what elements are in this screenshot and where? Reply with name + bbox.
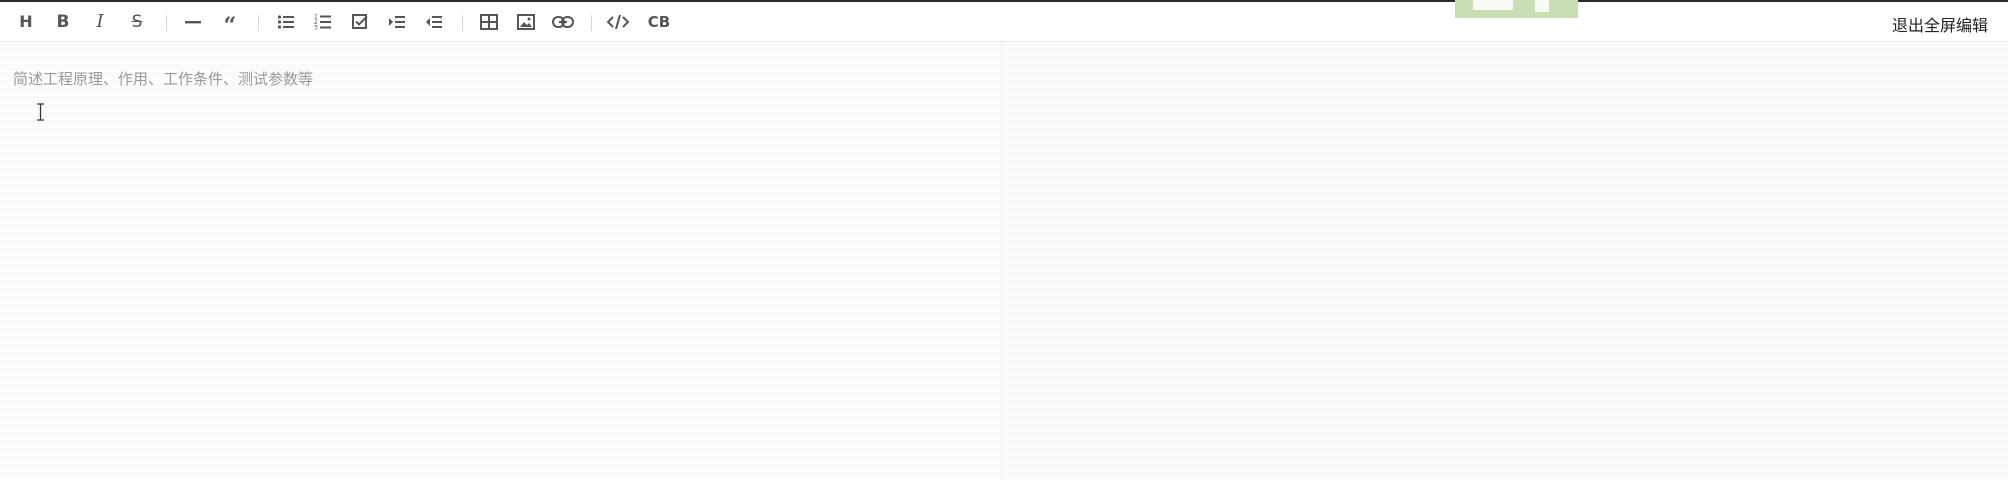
ordered-list-icon: 1 2 3 bbox=[314, 14, 331, 32]
indent-button[interactable] bbox=[383, 8, 411, 36]
bold-button[interactable]: B bbox=[49, 8, 77, 36]
code-button[interactable] bbox=[604, 8, 632, 36]
unordered-list-icon bbox=[277, 15, 294, 29]
link-icon bbox=[552, 16, 574, 28]
quote-icon: “ bbox=[223, 13, 237, 39]
preview-pane bbox=[1002, 43, 2008, 480]
outdent-icon bbox=[426, 16, 442, 28]
toolbar-separator bbox=[462, 15, 463, 31]
table-button[interactable] bbox=[475, 8, 503, 36]
unordered-list-button[interactable] bbox=[272, 8, 300, 36]
outdent-button[interactable] bbox=[420, 8, 448, 36]
horizontal-rule-button[interactable] bbox=[179, 8, 207, 36]
svg-text:3: 3 bbox=[314, 25, 318, 32]
indent-icon bbox=[389, 16, 405, 28]
horizontal-rule-icon bbox=[185, 21, 201, 24]
codeblock-icon: CB bbox=[647, 12, 671, 31]
heading-icon: H bbox=[19, 12, 33, 31]
markdown-editor-pane[interactable]: 简述工程原理、作用、工作条件、测试参数等 bbox=[0, 43, 1002, 480]
toolbar-separator bbox=[166, 15, 167, 31]
editor-toolbar: H B I S “ 1 2 3 CB 退出全屏编辑 bbox=[0, 2, 2008, 42]
checklist-button[interactable] bbox=[346, 8, 374, 36]
checklist-icon bbox=[352, 14, 368, 29]
quote-button[interactable]: “ bbox=[216, 8, 244, 39]
toolbar-separator bbox=[591, 15, 592, 31]
editor-placeholder: 简述工程原理、作用、工作条件、测试参数等 bbox=[13, 70, 314, 88]
exit-fullscreen-button[interactable]: 退出全屏编辑 bbox=[1892, 12, 1988, 36]
bold-icon: B bbox=[56, 11, 70, 32]
link-button[interactable] bbox=[549, 8, 577, 36]
codeblock-button[interactable]: CB bbox=[643, 8, 675, 36]
image-icon bbox=[517, 14, 535, 30]
ordered-list-button[interactable]: 1 2 3 bbox=[309, 8, 337, 36]
italic-icon: I bbox=[96, 11, 104, 32]
text-cursor-icon bbox=[37, 103, 44, 121]
logo-watermark-fragment bbox=[1455, 0, 1578, 18]
heading-button[interactable]: H bbox=[12, 8, 40, 36]
code-icon bbox=[607, 14, 629, 30]
toolbar-separator bbox=[258, 15, 259, 31]
strikethrough-icon: S bbox=[131, 11, 143, 32]
image-button[interactable] bbox=[512, 8, 540, 36]
strikethrough-button[interactable]: S bbox=[123, 8, 151, 36]
italic-button[interactable]: I bbox=[86, 8, 114, 36]
table-icon bbox=[480, 14, 498, 30]
